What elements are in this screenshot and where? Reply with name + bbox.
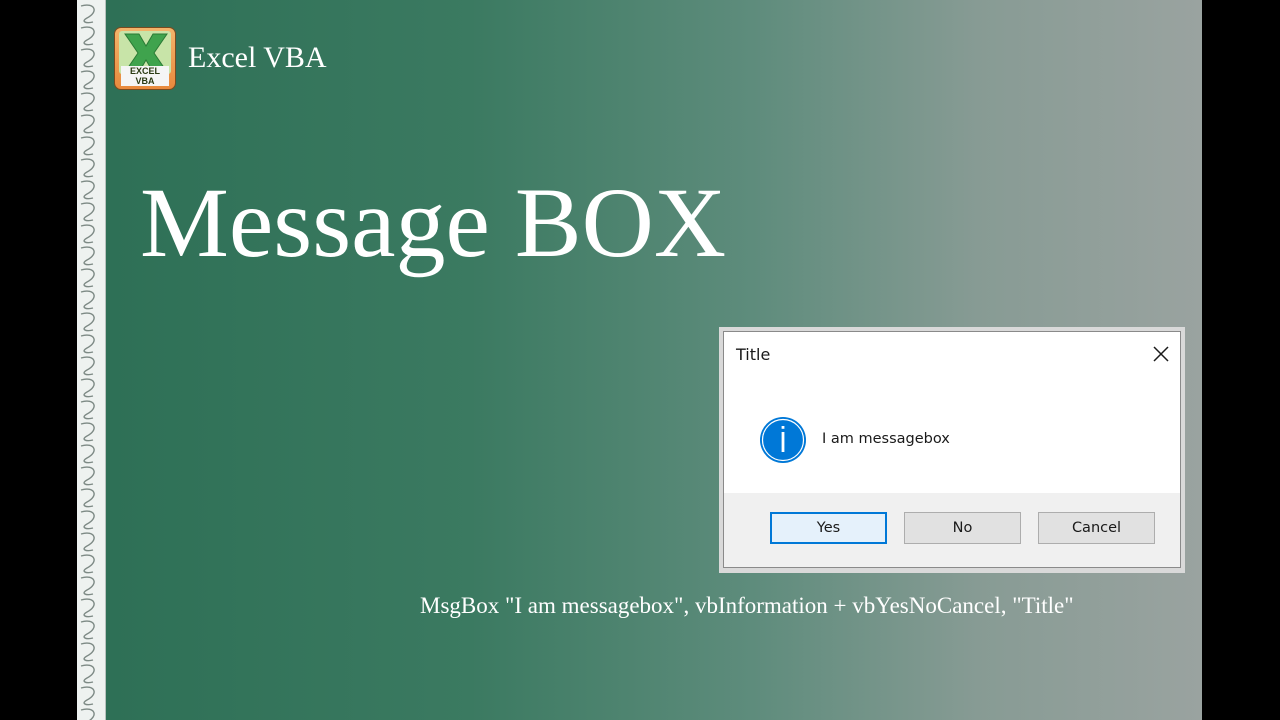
binding-ring [80,268,95,288]
slide-headline: Message BOX [140,167,727,278]
binding-ring [80,92,95,112]
binding-ring [80,70,95,90]
binding-ring [80,356,95,376]
binding-ring [80,136,95,156]
binding-ring [80,224,95,244]
binding-ring [80,686,95,706]
binding-ring [80,598,95,618]
vba-code-caption: MsgBox "I am messagebox", vbInformation … [420,593,1074,618]
close-icon [1153,346,1169,362]
logo-caption: EXCEL VBA [121,66,169,86]
binding-ring [80,246,95,266]
binding-ring [80,400,95,420]
binding-ring [80,114,95,134]
binding-ring [80,202,95,222]
binding-ring [80,576,95,596]
brand-name: Excel VBA [188,41,327,74]
yes-button[interactable]: Yes [770,512,887,544]
binding-ring [80,664,95,684]
binding-ring [80,422,95,442]
dialog-button-bar: Yes No Cancel [724,493,1180,567]
binding-ring [80,466,95,486]
binding-ring [80,510,95,530]
binding-ring [80,444,95,464]
slide: EXCEL VBA Excel VBA Message BOX Title I … [77,0,1202,720]
spiral-rings [80,4,95,720]
binding-ring [80,620,95,640]
binding-ring [80,378,95,398]
binding-ring [80,488,95,508]
messagebox-screenshot: Title I am messagebox Yes No Cancel [719,327,1185,573]
dialog-message: I am messagebox [822,431,950,447]
spiral-binding [77,0,106,720]
video-frame: EXCEL VBA Excel VBA Message BOX Title I … [0,0,1280,720]
binding-ring [80,48,95,68]
binding-ring [80,180,95,200]
binding-ring [80,334,95,354]
binding-ring [80,708,95,720]
binding-ring [80,532,95,552]
no-button[interactable]: No [904,512,1021,544]
dialog-title: Title [736,345,771,364]
messagebox-dialog: Title I am messagebox Yes No Cancel [723,331,1181,568]
cancel-button[interactable]: Cancel [1038,512,1155,544]
excel-vba-logo: EXCEL VBA [114,27,176,90]
binding-ring [80,4,95,24]
information-icon [760,417,806,463]
binding-ring [80,642,95,662]
binding-ring [80,26,95,46]
binding-ring [80,158,95,178]
close-button[interactable] [1146,340,1176,368]
binding-ring [80,312,95,332]
binding-ring [80,290,95,310]
binding-ring [80,554,95,574]
